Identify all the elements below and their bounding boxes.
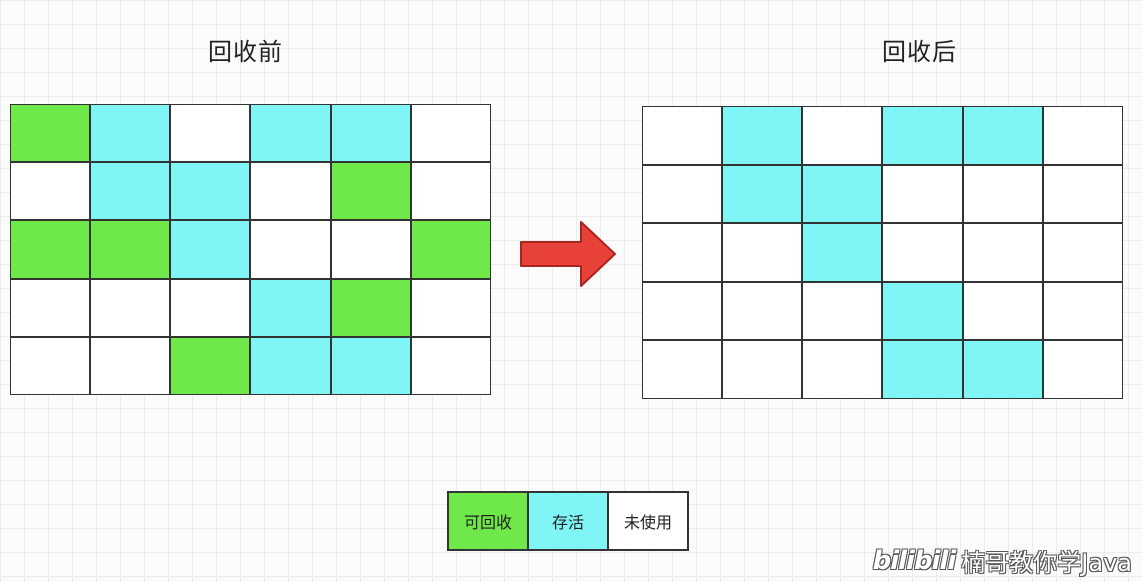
before-cell-unused xyxy=(11,163,90,220)
after-cell-unused xyxy=(643,282,722,340)
before-cell-alive xyxy=(91,105,170,162)
before-cell-unused xyxy=(411,163,490,220)
watermark: bilibili 楠哥教你学Java xyxy=(873,543,1132,578)
after-cell-alive xyxy=(723,107,802,164)
after-cell-unused xyxy=(883,224,962,281)
legend-item-reclaimable: 可回收 xyxy=(449,493,527,549)
before-cell-unused xyxy=(411,105,490,162)
right-arrow-icon xyxy=(520,221,616,287)
after-cell-unused xyxy=(883,165,962,223)
legend: 可回收 存活 未使用 xyxy=(447,491,689,551)
before-cell-alive xyxy=(171,221,250,278)
after-cell-unused xyxy=(963,282,1042,340)
after-cell-unused xyxy=(963,224,1042,281)
before-cell-alive xyxy=(251,105,330,162)
before-cell-unused xyxy=(91,279,170,336)
after-cell-alive xyxy=(963,341,1042,398)
legend-item-unused: 未使用 xyxy=(609,493,687,549)
before-cell-reclaimable xyxy=(91,221,170,278)
after-cell-unused xyxy=(643,165,722,223)
before-cell-unused xyxy=(171,279,250,336)
before-cell-unused xyxy=(331,221,410,278)
before-cell-reclaimable xyxy=(11,221,90,278)
before-cell-reclaimable xyxy=(411,221,490,278)
after-cell-unused xyxy=(723,224,802,281)
before-cell-alive xyxy=(91,163,170,220)
after-cell-unused xyxy=(803,107,882,164)
before-cell-reclaimable xyxy=(11,105,90,162)
before-cell-unused xyxy=(11,279,90,336)
before-cell-unused xyxy=(91,337,170,394)
before-cell-alive xyxy=(171,163,250,220)
before-cell-alive xyxy=(251,279,330,336)
before-title: 回收前 xyxy=(208,38,283,66)
after-cell-unused xyxy=(723,282,802,340)
after-cell-alive xyxy=(803,165,882,223)
before-cell-unused xyxy=(171,105,250,162)
bilibili-logo: bilibili xyxy=(872,545,957,576)
legend-item-alive: 存活 xyxy=(529,493,607,549)
after-cell-unused xyxy=(723,341,802,398)
after-cell-unused xyxy=(803,341,882,398)
after-cell-unused xyxy=(643,341,722,398)
after-title: 回收后 xyxy=(882,38,957,66)
before-cell-reclaimable xyxy=(171,337,250,394)
after-cell-unused xyxy=(1043,341,1122,398)
after-grid xyxy=(642,106,1123,399)
before-cell-unused xyxy=(251,163,330,220)
before-cell-reclaimable xyxy=(331,163,410,220)
after-cell-alive xyxy=(803,224,882,281)
after-cell-alive xyxy=(963,107,1042,164)
before-cell-unused xyxy=(411,279,490,336)
after-cell-alive xyxy=(723,165,802,223)
after-cell-unused xyxy=(1043,165,1122,223)
before-cell-alive xyxy=(251,337,330,394)
before-cell-unused xyxy=(411,337,490,394)
after-cell-unused xyxy=(643,107,722,164)
after-cell-unused xyxy=(803,282,882,340)
before-cell-alive xyxy=(331,337,410,394)
after-cell-unused xyxy=(963,165,1042,223)
after-cell-alive xyxy=(883,107,962,164)
after-cell-unused xyxy=(1043,224,1122,281)
before-cell-unused xyxy=(11,337,90,394)
before-cell-alive xyxy=(331,105,410,162)
before-cell-unused xyxy=(251,221,330,278)
before-cell-reclaimable xyxy=(331,279,410,336)
before-grid xyxy=(10,104,491,395)
after-cell-alive xyxy=(883,282,962,340)
after-cell-alive xyxy=(883,341,962,398)
after-cell-unused xyxy=(643,224,722,281)
watermark-text: 楠哥教你学Java xyxy=(961,549,1132,577)
after-cell-unused xyxy=(1043,107,1122,164)
after-cell-unused xyxy=(1043,282,1122,340)
